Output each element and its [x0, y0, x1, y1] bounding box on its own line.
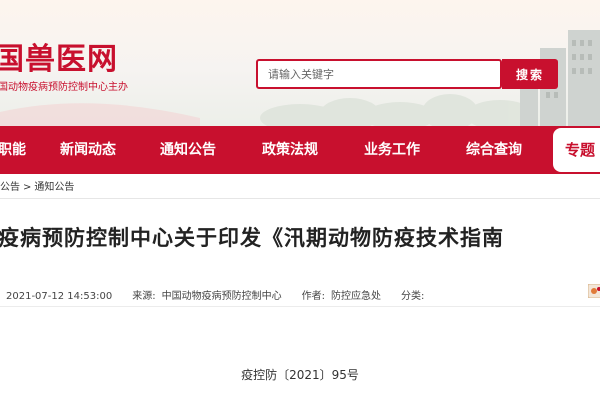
- nav-item-policies[interactable]: 政策法规: [262, 126, 318, 174]
- category-label: 分类:: [400, 291, 425, 302]
- article-title: 疫病预防控制中心关于印发《汛期动物防疫技术指南: [0, 225, 504, 250]
- nav-item-functions[interactable]: 职能: [0, 126, 26, 174]
- site-logo-subtitle: 国动物疫病预防控制中心主办: [0, 82, 128, 93]
- search-input[interactable]: [256, 59, 502, 89]
- author-label: 作者:: [301, 291, 325, 302]
- breadcrumb-item-notices[interactable]: 通知公告: [34, 182, 74, 193]
- nav-item-news[interactable]: 新闻动态: [60, 126, 116, 174]
- search-button[interactable]: 搜索: [502, 59, 558, 89]
- article-date: 2021-07-12 14:53:00: [6, 291, 113, 302]
- article-author: 防控应急处: [330, 291, 381, 302]
- site-logo-title[interactable]: 国兽医网: [0, 34, 118, 78]
- breadcrumb-item-home[interactable]: 公告: [0, 182, 20, 193]
- meta-divider: [0, 306, 600, 307]
- nav-item-work[interactable]: 业务工作: [364, 126, 420, 174]
- nav-item-query[interactable]: 综合查询: [466, 126, 522, 174]
- nav-item-topics[interactable]: 专题: [553, 128, 600, 172]
- breadcrumb-separator: >: [23, 182, 32, 193]
- document-number: 疫控防〔2021〕95号: [241, 368, 359, 382]
- nav-item-notices[interactable]: 通知公告: [160, 126, 216, 174]
- breadcrumb: 公告 > 通知公告: [0, 178, 74, 193]
- main-nav: 职能 新闻动态 通知公告 政策法规 业务工作 综合查询 专题: [0, 126, 600, 174]
- site-header: 国兽医网 国动物疫病预防控制中心主办 搜索: [0, 0, 600, 126]
- source-label: 来源:: [132, 291, 156, 302]
- article-source: 中国动物疫病预防控制中心: [161, 291, 282, 302]
- article-meta: 2021-07-12 14:53:00 来源: 中国动物疫病预防控制中心 作者: 防控应…: [6, 287, 424, 302]
- share-icon[interactable]: [588, 284, 600, 298]
- breadcrumb-divider: [0, 198, 600, 199]
